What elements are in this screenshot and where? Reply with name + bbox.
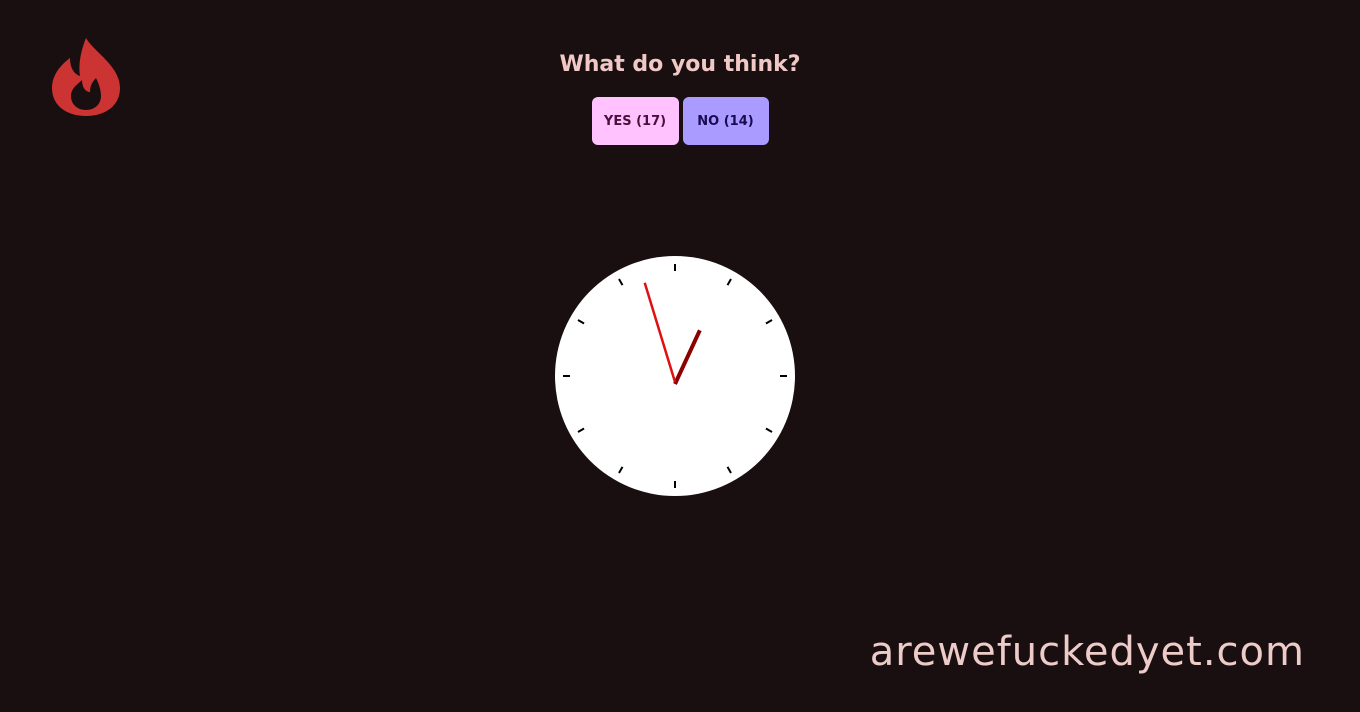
doomsday-clock bbox=[555, 256, 795, 496]
clock-face bbox=[555, 256, 795, 496]
poll-question: What do you think? bbox=[559, 52, 801, 77]
page-header: What do you think? bbox=[0, 50, 1360, 80]
vote-yes-button[interactable]: YES (17) bbox=[591, 97, 679, 145]
vote-no-button[interactable]: NO (14) bbox=[682, 97, 769, 145]
vote-buttons: YES (17) NO (14) bbox=[0, 97, 1360, 145]
site-domain: arewefuckedyet.com bbox=[869, 629, 1305, 675]
